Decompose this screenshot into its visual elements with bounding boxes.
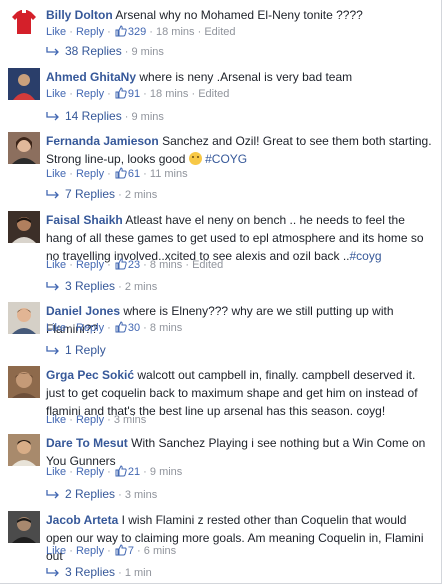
reply-link[interactable]: Reply: [76, 545, 104, 557]
like-link[interactable]: Like: [46, 259, 66, 271]
comment-actions: Like · Reply · 329 · 18 mins · Edited: [46, 25, 236, 38]
avatar[interactable]: [8, 6, 40, 38]
reply-link[interactable]: Reply: [76, 88, 104, 100]
avatar[interactable]: [8, 434, 40, 466]
avatar[interactable]: [8, 511, 40, 543]
like-link[interactable]: Like: [46, 545, 66, 557]
comment-author[interactable]: Ahmed GhitaNy: [46, 70, 136, 84]
comment-text: where is neny .Arsenal is very bad team: [139, 70, 353, 84]
like-count-icon: [115, 465, 127, 477]
comment-actions: Like · Reply · 61 · 11 mins: [46, 167, 188, 180]
reply-link[interactable]: Reply: [76, 259, 104, 271]
view-replies[interactable]: 14 Replies · 9 mins: [46, 109, 164, 124]
timestamp[interactable]: 11 mins: [150, 168, 188, 180]
view-replies[interactable]: 2 Replies · 3 mins: [46, 487, 157, 502]
avatar[interactable]: [8, 211, 40, 243]
edited-label[interactable]: Edited: [192, 259, 223, 271]
like-count[interactable]: 23: [128, 259, 140, 271]
like-count[interactable]: 61: [128, 168, 140, 180]
reply-arrow-icon: [46, 112, 59, 121]
like-count-icon: [115, 87, 127, 99]
profile-photo-icon: [8, 211, 40, 243]
hashtag[interactable]: #COYG: [205, 152, 247, 166]
profile-photo-icon: [8, 434, 40, 466]
comment-actions: Like · Reply · 3 mins: [46, 414, 147, 426]
like-count[interactable]: 7: [128, 545, 134, 557]
timestamp[interactable]: 9 mins: [150, 466, 182, 478]
reply-arrow-icon: [46, 568, 59, 577]
reply-link[interactable]: Reply: [76, 322, 104, 334]
view-replies[interactable]: 1 Reply: [46, 343, 106, 357]
like-count-icon: [115, 25, 127, 37]
comment-author[interactable]: Faisal Shaikh: [46, 213, 123, 227]
avatar[interactable]: [8, 68, 40, 100]
like-count-icon: [115, 258, 127, 270]
view-replies[interactable]: 7 Replies · 2 mins: [46, 187, 157, 202]
comment-actions: Like · Reply · 30 · 8 mins: [46, 321, 183, 334]
comment-author[interactable]: Daniel Jones: [46, 304, 120, 318]
reply-link[interactable]: Reply: [76, 414, 104, 426]
like-count[interactable]: 21: [128, 466, 140, 478]
like-count[interactable]: 91: [128, 88, 140, 100]
like-count[interactable]: 30: [128, 322, 140, 334]
comment-author[interactable]: Grga Pec Sokić: [46, 368, 134, 382]
avatar[interactable]: [8, 302, 40, 334]
timestamp[interactable]: 6 mins: [144, 545, 176, 557]
like-count-icon: [115, 544, 127, 556]
like-count-icon: [115, 167, 127, 179]
profile-photo-icon: [8, 366, 40, 398]
avatar[interactable]: [8, 132, 40, 164]
reply-arrow-icon: [46, 190, 59, 199]
profile-photo-icon: [8, 68, 40, 100]
reply-arrow-icon: [46, 47, 59, 56]
like-count[interactable]: 329: [128, 26, 146, 38]
comment-author[interactable]: Fernanda Jamieson: [46, 134, 159, 148]
edited-label[interactable]: Edited: [198, 88, 229, 100]
comments-panel: Billy Dolton Arsenal why no Mohamed El-N…: [0, 0, 442, 584]
reply-arrow-icon: [46, 346, 59, 355]
view-replies[interactable]: 38 Replies · 9 mins: [46, 44, 164, 59]
timestamp[interactable]: 3 mins: [114, 414, 146, 426]
edited-label[interactable]: Edited: [204, 26, 235, 38]
smile-emoji-icon: [188, 152, 202, 165]
view-replies[interactable]: 3 Replies · 1 min: [46, 565, 152, 580]
comment-text: Arsenal why no Mohamed El-Neny tonite ??…: [115, 8, 363, 22]
like-link[interactable]: Like: [46, 168, 66, 180]
timestamp[interactable]: 8 mins: [150, 322, 182, 334]
profile-photo-icon: [8, 511, 40, 543]
timestamp[interactable]: 18 mins: [156, 26, 195, 38]
like-link[interactable]: Like: [46, 322, 66, 334]
timestamp[interactable]: 18 mins: [150, 88, 189, 100]
like-count-icon: [115, 321, 127, 333]
comment-author[interactable]: Jacob Arteta: [46, 513, 118, 527]
view-replies[interactable]: 3 Replies · 2 mins: [46, 279, 157, 294]
comment-actions: Like · Reply · 23 · 8 mins · Edited: [46, 258, 224, 271]
profile-photo-icon: [8, 302, 40, 334]
reply-arrow-icon: [46, 490, 59, 499]
like-link[interactable]: Like: [46, 414, 66, 426]
like-link[interactable]: Like: [46, 26, 66, 38]
reply-arrow-icon: [46, 282, 59, 291]
comment-actions: Like · Reply · 91 · 18 mins · Edited: [46, 87, 230, 100]
reply-link[interactable]: Reply: [76, 26, 104, 38]
comment-actions: Like · Reply · 21 · 9 mins: [46, 465, 183, 478]
reply-link[interactable]: Reply: [76, 466, 104, 478]
reply-link[interactable]: Reply: [76, 168, 104, 180]
comment-author[interactable]: Dare To Mesut: [46, 436, 128, 450]
avatar[interactable]: [8, 366, 40, 398]
jersey-icon: [8, 6, 40, 38]
profile-photo-icon: [8, 132, 40, 164]
comment-author[interactable]: Billy Dolton: [46, 8, 113, 22]
like-link[interactable]: Like: [46, 466, 66, 478]
timestamp[interactable]: 8 mins: [150, 259, 182, 271]
comment-actions: Like · Reply · 7 · 6 mins: [46, 544, 177, 557]
like-link[interactable]: Like: [46, 88, 66, 100]
